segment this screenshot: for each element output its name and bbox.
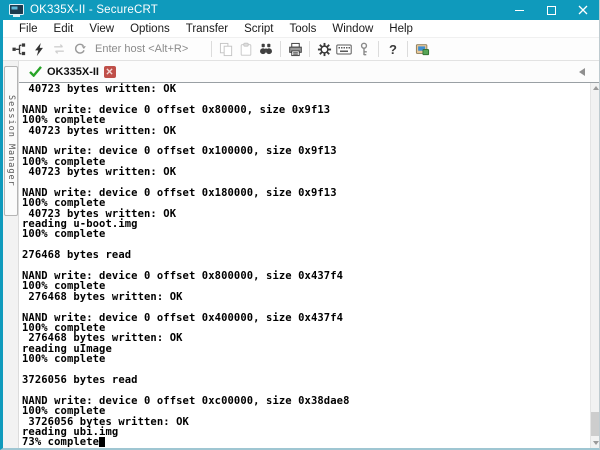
menu-bar: FileEditViewOptionsTransferScriptToolsWi… (3, 20, 599, 38)
terminal-line: 40723 bytes written: OK (22, 167, 590, 177)
print-button[interactable] (285, 40, 305, 59)
session-tab-label: OK335X-II (47, 66, 99, 78)
paste-button[interactable] (236, 40, 256, 59)
scroll-up-icon[interactable] (593, 86, 599, 90)
window-title: OK335X-II - SecureCRT (30, 4, 158, 16)
menu-item-view[interactable]: View (81, 23, 122, 35)
copy-button[interactable] (216, 40, 236, 59)
terminal-line: 276468 bytes read (22, 250, 590, 260)
reconnect-loop-icon (51, 42, 67, 56)
vertical-scrollbar[interactable] (590, 83, 599, 448)
session-manager-label: Session Manager (6, 95, 16, 187)
menu-item-options[interactable]: Options (122, 23, 178, 35)
terminal-line: 100% complete (22, 115, 590, 125)
menu-item-transfer[interactable]: Transfer (178, 23, 236, 35)
terminal-line: reading u-boot.img (22, 219, 590, 229)
agent-keys-button[interactable] (354, 40, 374, 59)
close-button[interactable] (567, 0, 599, 20)
toolbar-separator (211, 41, 212, 57)
reconnect-arrow-icon (72, 42, 87, 56)
terminal-line: NAND write: device 0 offset 0xc00000, si… (22, 396, 590, 406)
print-icon (288, 42, 303, 57)
help-button[interactable]: ? (383, 40, 403, 59)
terminal-line: 3726056 bytes read (22, 375, 590, 385)
quick-connect-lightning-icon (32, 42, 46, 57)
paste-icon (239, 42, 253, 57)
terminal-line: 100% complete (22, 406, 590, 416)
terminal-line: 73% complete (22, 437, 590, 447)
scroll-down-icon[interactable] (593, 441, 599, 445)
terminal-line: 40723 bytes written: OK (22, 84, 590, 94)
terminal-cursor (99, 437, 105, 447)
terminal-line: 100% complete (22, 229, 590, 239)
tab-bar: OK335X-II (19, 61, 599, 83)
maximize-icon (547, 6, 556, 15)
agent-key-icon (358, 42, 370, 57)
keymap-button[interactable] (334, 40, 354, 59)
terminal-line: NAND write: device 0 offset 0x180000, si… (22, 188, 590, 198)
terminal-line: reading uImage (22, 344, 590, 354)
content-area: Session Manager OK335X-II (3, 61, 599, 448)
connected-check-icon (29, 66, 42, 77)
tab-scroll-left-icon[interactable] (579, 68, 585, 76)
options-button[interactable] (314, 40, 334, 59)
enter-host-input[interactable] (95, 43, 203, 55)
minimize-icon (515, 10, 524, 11)
find-button[interactable] (256, 40, 276, 59)
terminal-line: 100% complete (22, 354, 590, 364)
reconnect-button[interactable] (49, 40, 69, 59)
titlebar[interactable]: OK335X-II - SecureCRT (3, 0, 599, 20)
toolbar-separator (280, 41, 281, 57)
close-tab-icon (106, 68, 113, 75)
close-tab-button[interactable] (104, 66, 116, 78)
session-manager-tab[interactable]: Session Manager (4, 66, 18, 216)
terminal-line: NAND write: device 0 offset 0x400000, si… (22, 313, 590, 323)
session-manager-button[interactable] (9, 40, 29, 59)
terminal-line: NAND write: device 0 offset 0x80000, siz… (22, 105, 590, 115)
menu-item-script[interactable]: Script (236, 23, 281, 35)
toolbar: ? (3, 38, 599, 61)
app-icon[interactable] (9, 4, 24, 17)
session-options-button[interactable] (412, 40, 432, 59)
session-tab-ok335x-ii[interactable]: OK335X-II (25, 61, 120, 83)
terminal-output[interactable]: 40723 bytes written: OK NAND write: devi… (19, 83, 590, 448)
copy-icon (219, 42, 234, 57)
menu-item-tools[interactable]: Tools (282, 23, 325, 35)
menu-item-window[interactable]: Window (324, 23, 381, 35)
connect-in-tab-button[interactable] (69, 40, 89, 59)
securecrt-window: OK335X-II - SecureCRT FileEditViewOption… (0, 0, 600, 450)
menu-item-help[interactable]: Help (381, 23, 421, 35)
maximize-button[interactable] (535, 0, 567, 20)
options-gear-icon (317, 42, 332, 57)
close-icon (578, 5, 588, 15)
terminal-line: NAND write: device 0 offset 0x100000, si… (22, 146, 590, 156)
toolbar-separator (407, 41, 408, 57)
main-panel: OK335X-II 40723 bytes written: OK NAND w… (19, 61, 599, 448)
quick-connect-button[interactable] (29, 40, 49, 59)
terminal-line: reading ubi.img (22, 427, 590, 437)
terminal-line: 40723 bytes written: OK (22, 126, 590, 136)
session-options-icon (415, 42, 430, 56)
find-binoculars-icon (258, 42, 274, 56)
help-icon: ? (389, 42, 397, 57)
terminal-line: NAND write: device 0 offset 0x800000, si… (22, 271, 590, 281)
minimize-button[interactable] (503, 0, 535, 20)
keyboard-icon (336, 43, 352, 56)
session-manager-tree-icon (12, 42, 27, 57)
toolbar-separator (309, 41, 310, 57)
session-manager-sidebar: Session Manager (3, 61, 19, 448)
terminal-line: 276468 bytes written: OK (22, 292, 590, 302)
scrollbar-thumb[interactable] (591, 412, 599, 436)
menu-item-edit[interactable]: Edit (46, 23, 82, 35)
menu-item-file[interactable]: File (11, 23, 46, 35)
terminal-wrap: 40723 bytes written: OK NAND write: devi… (19, 83, 599, 448)
toolbar-separator (378, 41, 379, 57)
